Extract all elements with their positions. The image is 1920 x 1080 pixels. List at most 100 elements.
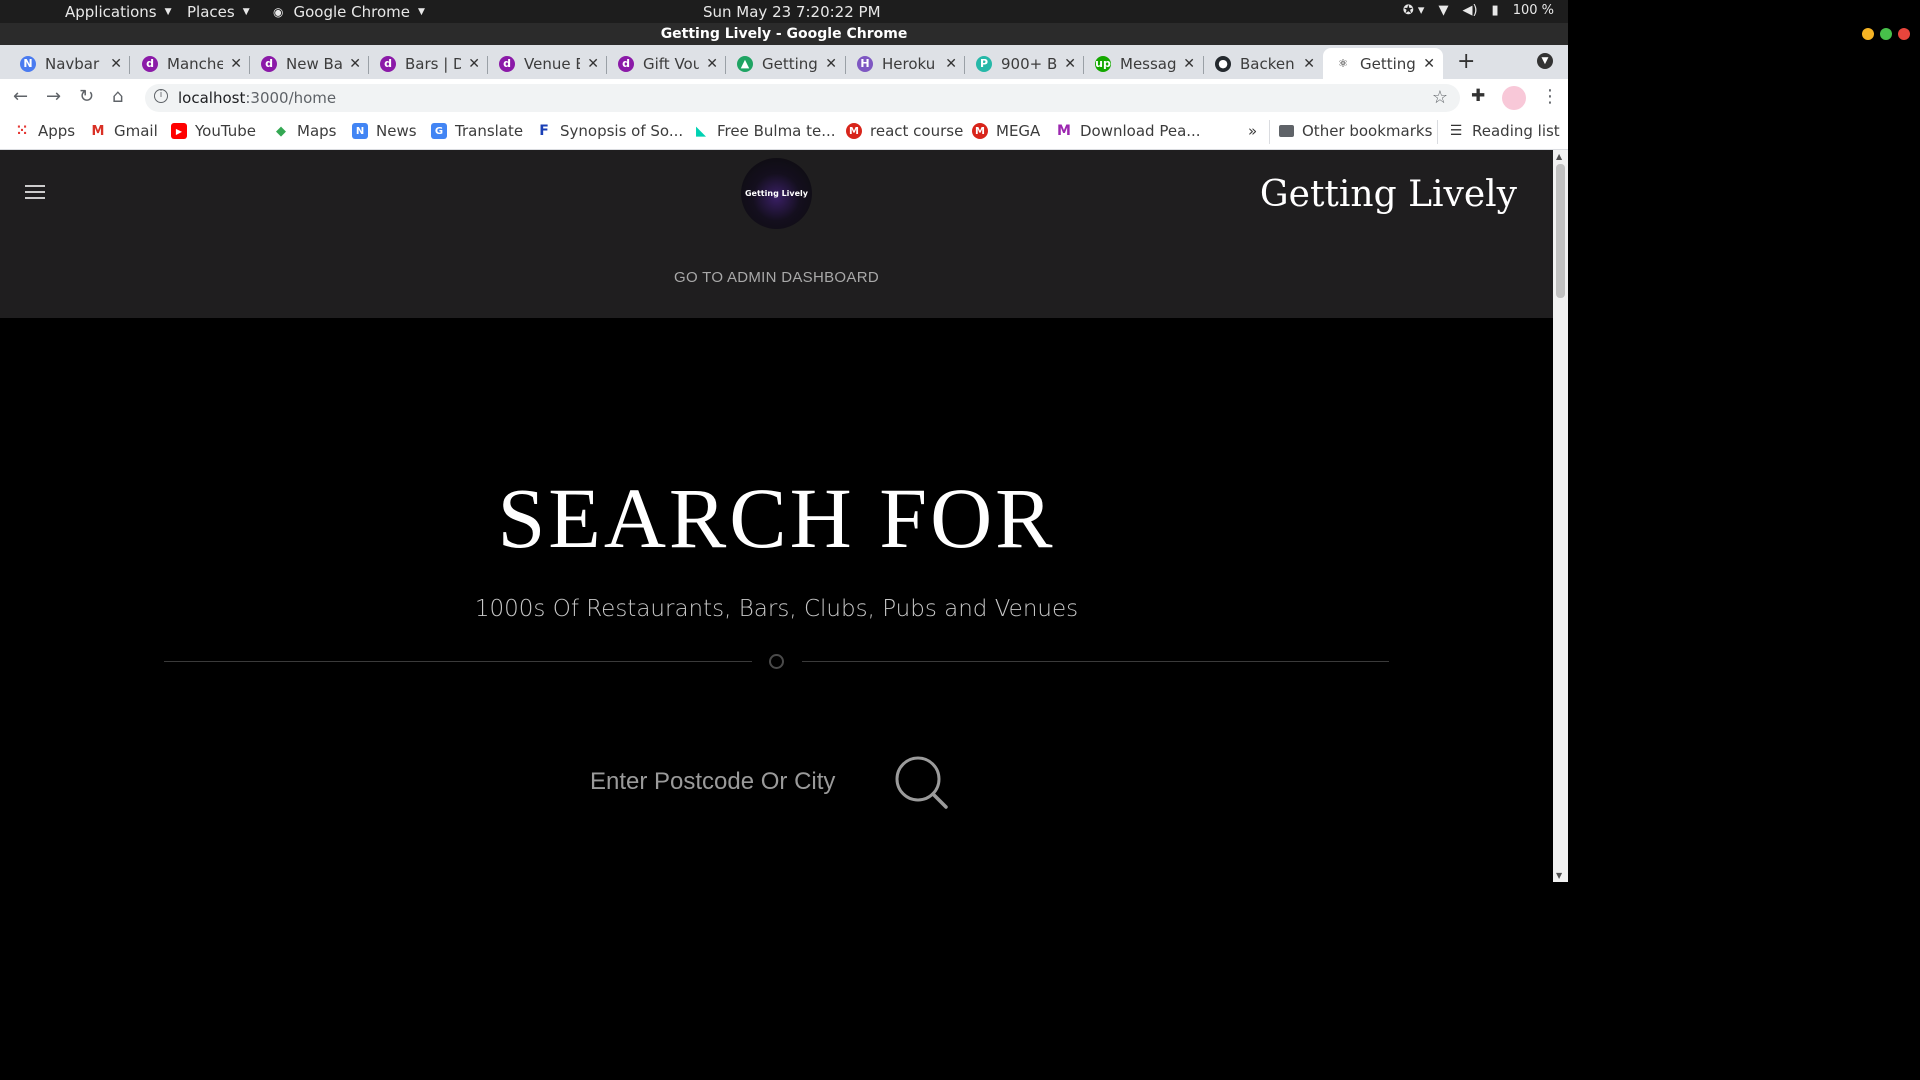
tab-strip: N Navbar ✕ d Manche ✕ d New Ba ✕ d Bars | D ✕ dV… [0,45,1568,79]
maps-pin-icon: ◆ [273,123,289,139]
page-scrollbar[interactable]: ▲ ▼ [1553,150,1568,882]
bookmark-download-pea[interactable]: M Download Pea... [1056,122,1201,140]
tab-bars[interactable]: d Bars | D ✕ [360,48,488,79]
bookmark-apps[interactable]: ⁙ Apps [14,122,75,140]
tab-manchester[interactable]: d Manche ✕ [122,48,250,79]
os-menu-chrome[interactable]: ◉ Google Chrome ▼ [273,3,425,21]
gmail-icon: M [90,123,106,139]
tab-new-bars[interactable]: d New Ba ✕ [241,48,369,79]
tab-backend[interactable]: ● Backen ✕ [1195,48,1323,79]
extensions-puzzle-icon[interactable]: ✚ [1471,86,1485,106]
address-bar[interactable]: i localhost:3000/home ☆ [145,84,1460,112]
tab-favicon-icon: N [20,55,36,72]
battery-percent: 100 % [1512,3,1554,18]
os-status-area[interactable]: ✪ ▾ ▼ ◀) ▮ 100 % [1403,3,1554,18]
bookmark-youtube[interactable]: ▶ YouTube [171,122,256,140]
bookmark-gmail[interactable]: M Gmail [90,122,158,140]
site-info-icon[interactable]: i [154,89,168,103]
bookmarks-bar: ⁙ Apps M Gmail ▶ YouTube ◆ Maps N News G Trans… [0,116,1568,150]
bookmark-translate[interactable]: G Translate [431,122,523,140]
bookmark-free-bulma[interactable]: ◣ Free Bulma te... [693,122,836,140]
tab-messages[interactable]: up Messag ✕ [1075,48,1203,79]
divider-left [164,661,752,662]
url-text[interactable]: localhost:3000/home [178,89,336,107]
close-tab-icon[interactable]: ✕ [1303,56,1315,72]
reading-list[interactable]: ☰ Reading list [1448,122,1560,140]
bookmarks-overflow-button[interactable]: » [1248,122,1257,140]
volume-icon: ◀) [1462,3,1478,18]
battery-icon: ▮ [1491,3,1499,18]
close-tab-icon[interactable]: ✕ [825,56,837,72]
scrollbar-thumb[interactable] [1556,164,1565,298]
scroll-down-arrow-icon[interactable]: ▼ [1556,871,1562,880]
react-icon: ⚛ [1338,57,1348,70]
apps-grid-icon: ⁙ [14,123,30,139]
os-menu-applications[interactable]: Applications ▼ [65,3,172,21]
window-title: Getting Lively - Google Chrome [0,23,1568,45]
other-bookmarks[interactable]: Other bookmarks [1279,122,1432,140]
tab-venue[interactable]: d Venue E ✕ [479,48,607,79]
reading-list-icon: ☰ [1448,123,1464,139]
window-controls [1862,28,1910,40]
tab-900-best[interactable]: P900+ Be✕ [956,48,1084,79]
admin-dashboard-link[interactable]: GO TO ADMIN DASHBOARD [0,269,1553,286]
tab-getting-drive[interactable]: ▲ Getting ✕ [717,48,845,79]
hamburger-menu-icon[interactable] [25,185,45,199]
hero-subtitle: 1000s Of Restaurants, Bars, Clubs, Pubs … [474,596,1079,622]
close-window-button[interactable] [1898,28,1910,40]
tab-favicon-icon: up [1095,55,1111,72]
tab-navbar[interactable]: N Navbar ✕ [0,48,130,79]
translate-icon: G [431,123,447,139]
close-tab-icon[interactable]: ✕ [110,56,122,72]
caret-down-icon: ▼ [242,7,250,17]
os-menu-places[interactable]: Places ▼ [187,3,250,21]
tab-favicon-icon: d [618,55,634,72]
bookmark-react-course[interactable]: Mreact course [846,122,963,140]
forward-icon[interactable]: → [46,86,61,107]
bookmark-news[interactable]: N News [352,122,417,140]
site-brand-title[interactable]: Getting Lively [1260,174,1517,215]
search-icon[interactable] [893,754,951,812]
tab-favicon-icon: ● [1215,55,1231,72]
scroll-up-arrow-icon[interactable]: ▲ [1556,152,1562,161]
tab-gift-vouchers[interactable]: d Gift Vou ✕ [598,48,726,79]
web-page: Getting Lively Getting Lively GO TO ADMI… [0,150,1553,882]
site-logo[interactable]: Getting Lively [741,158,812,229]
os-top-bar: Applications ▼ Places ▼ ◉ Google Chrome ▼ Su… [0,0,1568,23]
caret-down-icon: ▼ [164,7,172,17]
tab-getting-lively-active[interactable]: ⚛ Getting ✕ [1323,48,1443,79]
close-tab-icon[interactable]: ✕ [1183,56,1195,72]
mega-icon: M [846,123,862,139]
home-icon[interactable]: ⌂ [112,86,123,107]
tab-favicon-icon: ▲ [737,55,753,72]
folder-icon [1279,125,1294,137]
bulma-icon: ◣ [693,123,709,139]
back-icon[interactable]: ← [13,86,28,107]
close-tab-icon[interactable]: ✕ [1423,56,1435,72]
bookmark-mega[interactable]: M MEGA [972,122,1040,140]
bookmark-maps[interactable]: ◆ Maps [273,122,336,140]
bookmark-star-icon[interactable]: ☆ [1432,87,1448,108]
wifi-icon: ▼ [1438,3,1449,18]
tab-search-icon[interactable]: ▼ [1537,53,1553,69]
maximize-button[interactable] [1880,28,1892,40]
chrome-icon: ◉ [273,5,284,19]
tab-favicon-icon: P [976,55,992,72]
divider-right [802,661,1389,662]
profile-avatar[interactable] [1502,86,1526,110]
tab-heroku[interactable]: H Heroku ✕ [837,48,965,79]
youtube-icon: ▶ [171,123,187,139]
tab-favicon-icon: d [142,55,158,72]
os-clock[interactable]: Sun May 23 7:20:22 PM [703,3,881,21]
tab-favicon-icon: d [261,55,277,72]
news-icon: N [352,123,368,139]
tab-favicon-icon: H [857,55,873,72]
new-tab-button[interactable]: + [1457,49,1475,74]
postcode-search-input[interactable] [590,762,870,802]
accessibility-icon[interactable]: ✪ ▾ [1403,3,1425,18]
bookmark-synopsis[interactable]: F Synopsis of So... [536,122,683,140]
tab-favicon-icon: d [380,55,396,72]
chrome-menu-icon[interactable]: ⋮ [1541,86,1559,107]
minimize-button[interactable] [1862,28,1874,40]
reload-icon[interactable]: ↻ [79,86,94,107]
